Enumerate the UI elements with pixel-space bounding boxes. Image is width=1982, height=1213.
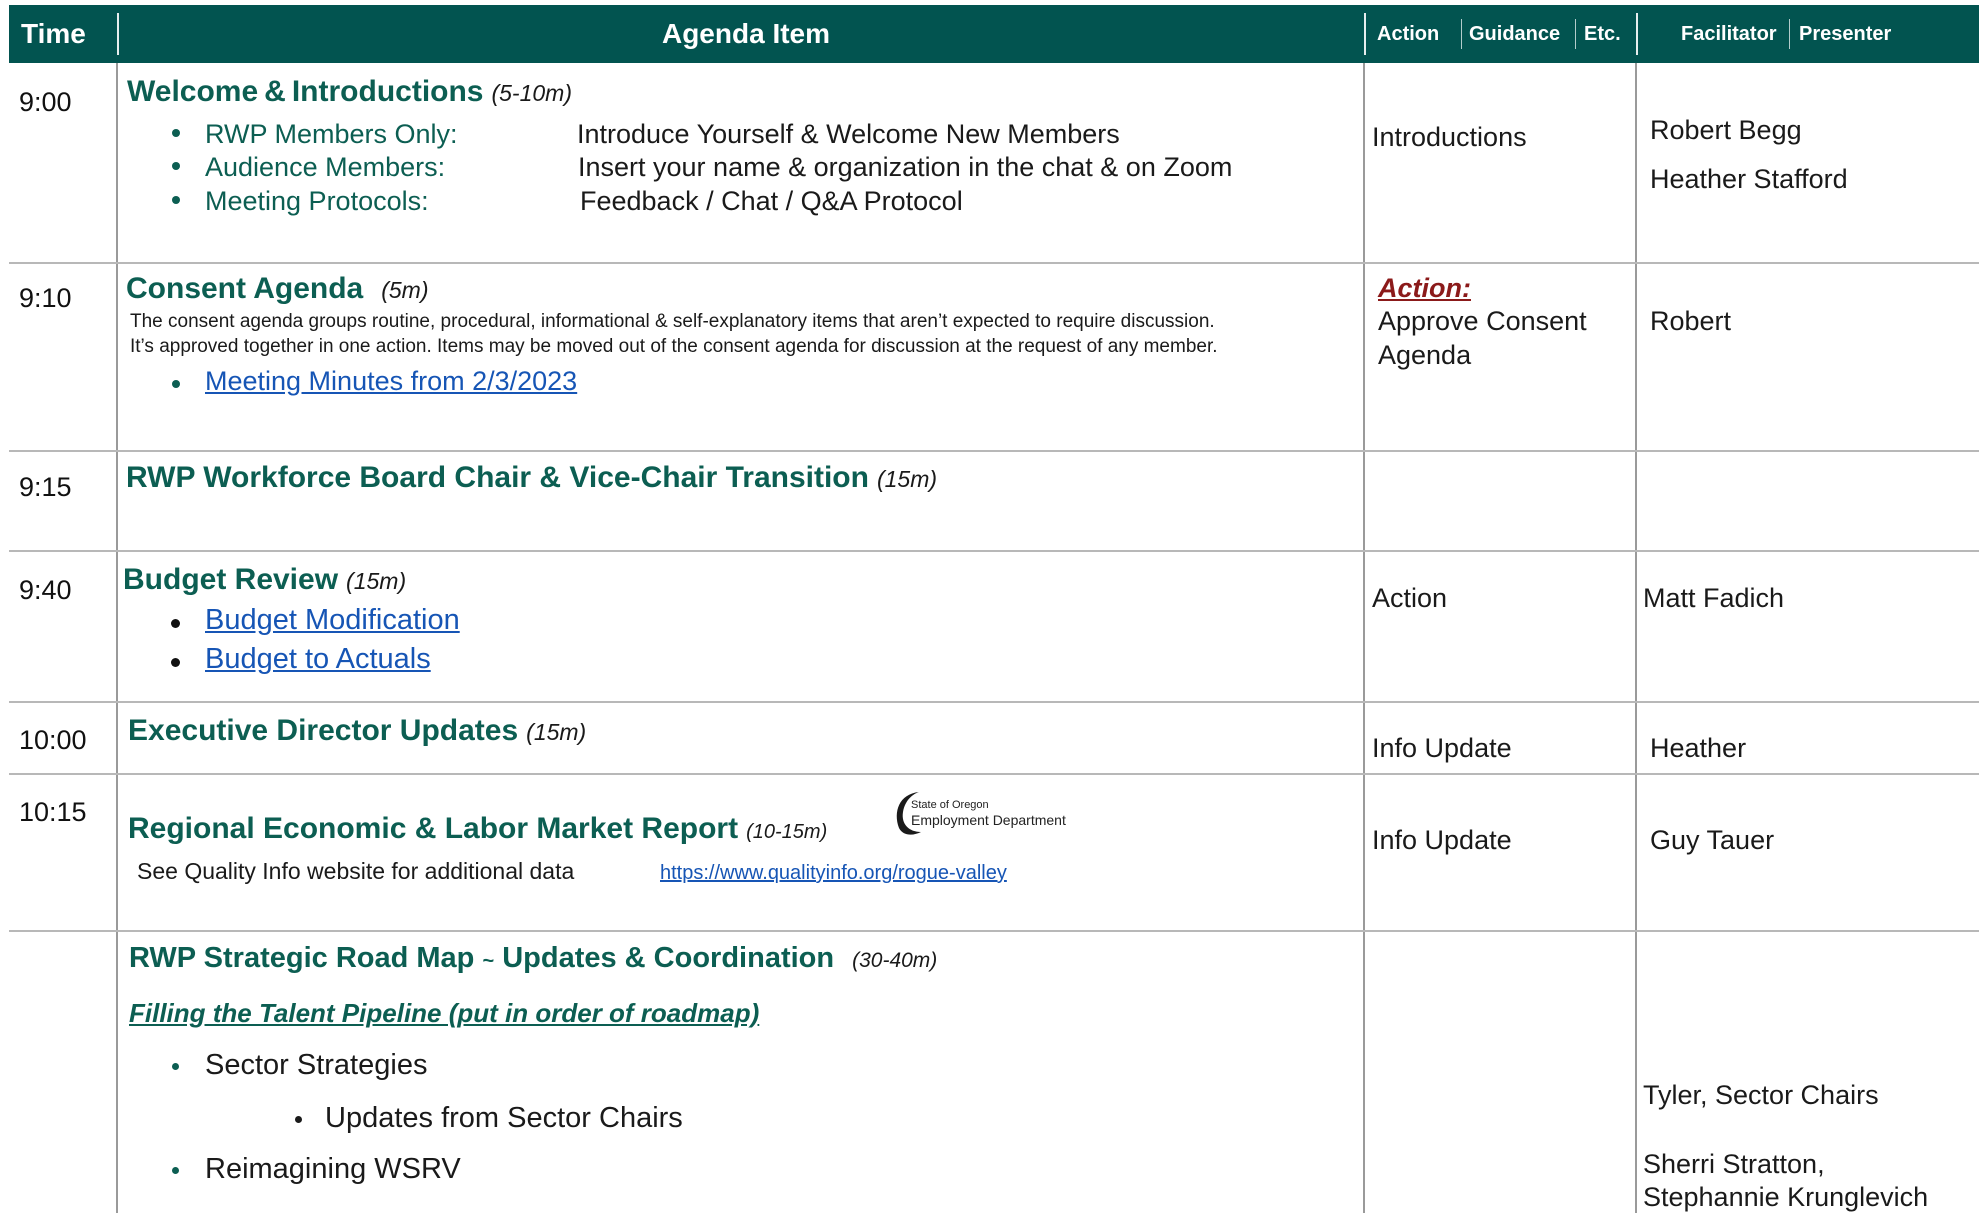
row-title: Consent Agenda (5m)	[126, 272, 429, 306]
row-presenter: Robert	[1650, 306, 1732, 336]
row-presenter: Heather Stafford	[1650, 164, 1848, 194]
row-title: Budget Review (15m)	[123, 563, 406, 597]
item-value: Introduce Yourself & Welcome New Members	[577, 119, 1120, 149]
row-divider	[9, 450, 1979, 452]
item-label: Audience Members:	[205, 152, 446, 182]
title-text: Budget Review	[123, 563, 339, 596]
row-action: Approve Consent	[1378, 306, 1587, 336]
header-etc: Etc.	[1584, 22, 1621, 45]
qualityinfo-link[interactable]: https://www.qualityinfo.org/rogue-valley	[660, 862, 1007, 885]
header-guidance: Guidance	[1469, 22, 1561, 45]
row-divider	[9, 930, 1979, 932]
budget-to-actuals-link[interactable]: Budget to Actuals	[205, 643, 431, 676]
logo-line1: State of Oregon	[911, 799, 989, 811]
title-text: Welcome & Introductions	[127, 75, 484, 108]
row-divider	[9, 262, 1979, 264]
title-text: Executive Director Updates	[128, 714, 519, 747]
title-text: RWP Strategic Road Map	[129, 942, 475, 974]
roadmap-item: Reimagining WSRV	[205, 1153, 461, 1185]
bullet-icon	[295, 1116, 302, 1123]
duration: (15m)	[346, 568, 407, 594]
title-text: Consent Agenda	[126, 272, 364, 305]
row-presenter: Tyler, Sector Chairs	[1643, 1080, 1879, 1110]
header-time: Time	[21, 18, 86, 49]
row-presenter: Robert Begg	[1650, 115, 1802, 145]
duration: (15m)	[876, 466, 938, 492]
row-presenter: Matt Fadich	[1643, 583, 1785, 613]
bullet-icon	[171, 658, 180, 667]
roadmap-item: Sector Strategies	[205, 1049, 428, 1081]
row-title: Regional Economic & Labor Market Report (…	[128, 812, 827, 846]
item-value: Feedback / Chat / Q&A Protocol	[580, 186, 963, 216]
bullet-icon	[171, 619, 180, 628]
row-time: 9:10	[19, 283, 72, 313]
item-label: Meeting Protocols:	[205, 186, 429, 216]
logo-line2: Employment Department	[911, 812, 1066, 828]
item-value: Insert your name & organization in the c…	[578, 152, 1233, 182]
minutes-link[interactable]: Meeting Minutes from 2/3/2023	[205, 366, 577, 397]
bullet-icon	[172, 380, 180, 388]
row-time: 9:15	[19, 472, 72, 502]
header-facilitator: Facilitator	[1681, 22, 1777, 45]
consent-description: The consent agenda groups routine, proce…	[130, 311, 1215, 332]
duration: (15m)	[526, 719, 587, 745]
roadmap-subtitle: Filling the Talent Pipeline (put in orde…	[129, 998, 760, 1028]
row-time: 10:15	[19, 797, 87, 827]
row-presenter: Heather	[1650, 733, 1747, 763]
row-presenter: Guy Tauer	[1650, 825, 1775, 855]
header-presenter: Presenter	[1799, 22, 1892, 45]
row-presenter: Stephannie Krunglevich	[1643, 1182, 1929, 1212]
row-action: Info Update	[1372, 825, 1512, 855]
duration: (10-15m)	[746, 821, 828, 843]
header-agenda-item: Agenda Item	[661, 18, 831, 49]
agenda-page: Time Agenda Item Action Guidance Etc. Fa…	[9, 5, 1979, 1213]
title-text: Regional Economic & Labor Market Report	[128, 812, 739, 845]
bullet-icon	[172, 1167, 179, 1174]
agenda-header: Time Agenda Item Action Guidance Etc. Fa…	[9, 5, 1979, 63]
column-divider	[1635, 63, 1637, 1213]
bullet-icon	[172, 1063, 179, 1070]
row-divider	[9, 773, 1979, 775]
consent-description: It’s approved together in one action. It…	[130, 336, 1218, 357]
duration: (5-10m)	[491, 80, 572, 106]
row-title: Welcome & Introductions (5-10m)	[127, 75, 572, 109]
title-text: RWP Workforce Board Chair & Vice-Chair T…	[126, 461, 869, 494]
labor-note: See Quality Info website for additional …	[137, 858, 575, 884]
duration: (5m)	[381, 277, 429, 303]
row-time: 10:00	[19, 725, 87, 755]
row-title: RWP Workforce Board Chair & Vice-Chair T…	[126, 461, 937, 495]
column-divider	[116, 63, 118, 1213]
column-divider	[1363, 63, 1365, 1213]
title-tilde: ~	[482, 950, 495, 972]
action-label: Action:	[1378, 273, 1471, 303]
bullet-icon	[172, 129, 180, 137]
row-time: 9:40	[19, 575, 72, 605]
bullet-icon	[172, 162, 180, 170]
item-label: RWP Members Only:	[205, 119, 458, 149]
bullet-icon	[172, 196, 180, 204]
row-divider	[9, 701, 1979, 703]
title-text: Updates & Coordination	[502, 942, 835, 974]
row-title: Executive Director Updates (15m)	[128, 714, 586, 748]
row-action: Info Update	[1372, 733, 1512, 763]
duration: (30-40m)	[852, 949, 938, 972]
row-time: 9:00	[19, 87, 72, 117]
row-action: Introductions	[1372, 122, 1527, 152]
header-action: Action	[1377, 22, 1440, 45]
row-action: Agenda	[1378, 340, 1472, 370]
row-action: Action	[1372, 583, 1448, 613]
row-title: RWP Strategic Road Map ~ Updates & Coord…	[129, 942, 937, 975]
oregon-employment-logo: State of Oregon Employment Department	[889, 788, 1079, 838]
roadmap-subitem: Updates from Sector Chairs	[325, 1102, 683, 1134]
row-presenter: Sherri Stratton,	[1643, 1149, 1825, 1179]
budget-modification-link[interactable]: Budget Modification	[205, 604, 460, 637]
row-divider	[9, 550, 1979, 552]
